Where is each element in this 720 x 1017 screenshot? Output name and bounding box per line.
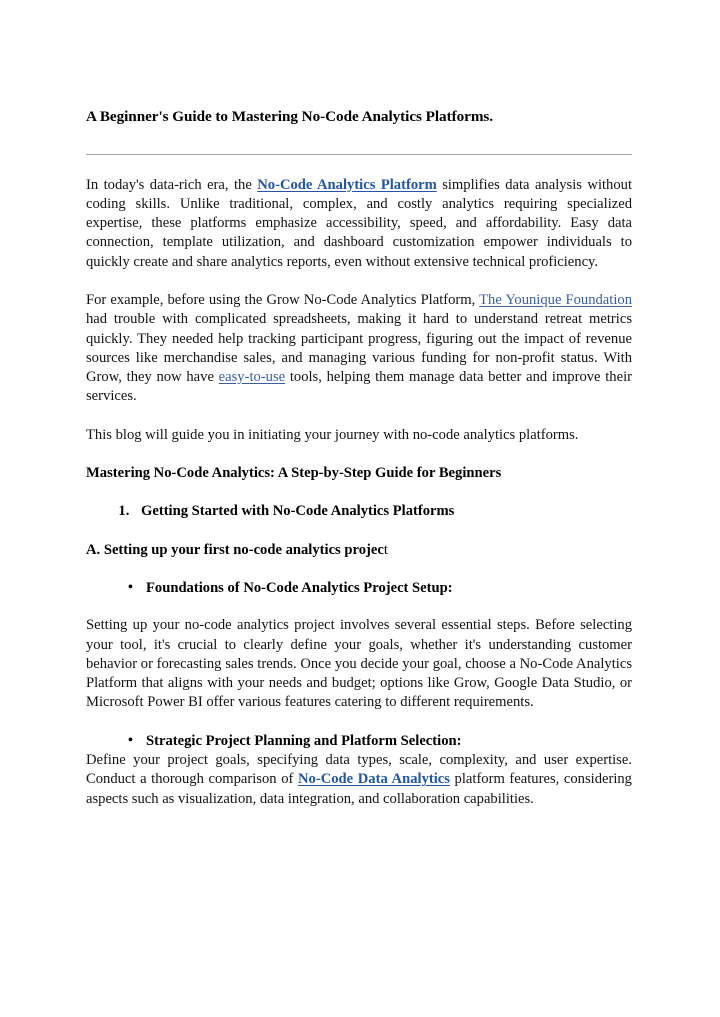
easy-to-use-link[interactable]: easy-to-use	[219, 369, 285, 385]
bullet-item-strategic-planning: Strategic Project Planning and Platform …	[128, 731, 632, 751]
numbered-list-item-1: Getting Started with No-Code Analytics P…	[133, 502, 632, 521]
bullet-1-paragraph: Setting up your no-code analytics projec…	[86, 617, 632, 711]
younique-foundation-link[interactable]: The Younique Foundation	[479, 292, 632, 308]
alpha-heading-a-tail-part: t	[383, 541, 388, 558]
bullet-list-2: Strategic Project Planning and Platform …	[86, 731, 632, 751]
main-section-heading: Mastering No-Code Analytics: A Step-by-S…	[86, 465, 502, 482]
intro-paragraph-1: In today's data-rich era, the No-Code An…	[86, 176, 632, 272]
intro-p1-text-before-link: In today's data-rich era, the	[86, 176, 258, 193]
bullet-2-paragraph: Define your project goals, specifying da…	[86, 751, 632, 809]
no-code-analytics-platform-link[interactable]: No-Code Analytics Platform	[257, 177, 437, 193]
no-code-data-analytics-link[interactable]: No-Code Data Analytics	[298, 771, 450, 787]
intro-paragraph-3: This blog will guide you in initiating y…	[86, 426, 579, 443]
bullet-item-foundations: Foundations of No-Code Analytics Project…	[128, 578, 632, 598]
page-title: A Beginner's Guide to Mastering No-Code …	[86, 108, 494, 125]
bullet-list-1: Foundations of No-Code Analytics Project…	[86, 578, 632, 598]
alpha-heading-a: A. Setting up your first no-code analyti…	[86, 541, 632, 560]
alpha-heading-a-bold-part: A. Setting up your first no-code analyti…	[86, 541, 384, 558]
numbered-list: Getting Started with No-Code Analytics P…	[86, 502, 632, 521]
intro-paragraph-2: For example, before using the Grow No-Co…	[86, 291, 632, 407]
intro-p2-text-before-link: For example, before using the Grow No-Co…	[86, 292, 480, 308]
document-page: A Beginner's Guide to Mastering No-Code …	[86, 0, 632, 809]
